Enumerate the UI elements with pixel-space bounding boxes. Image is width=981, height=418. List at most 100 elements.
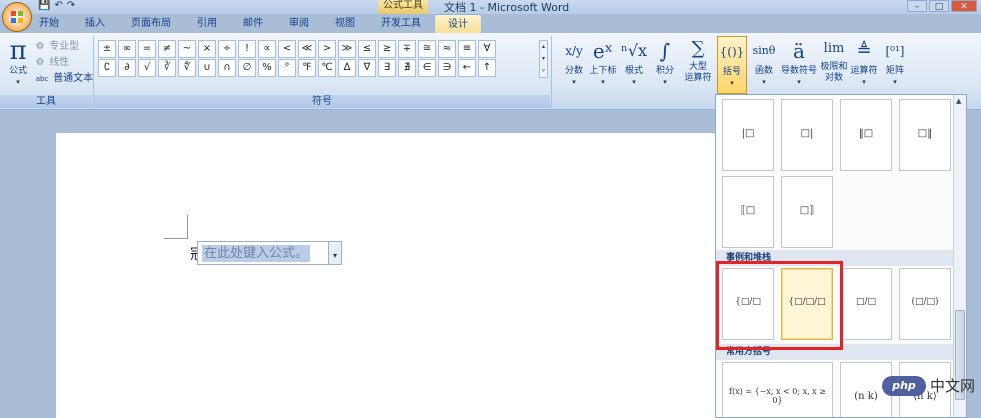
- symbol-button[interactable]: =: [138, 40, 156, 58]
- title-bar: 💾 ↶ ↷ 公式工具 文档 1 - Microsoft Word – □ ✕: [0, 0, 981, 14]
- chevron-down-icon: ▾: [893, 78, 897, 86]
- bracket-single-bar-right[interactable]: □|: [781, 99, 833, 171]
- matrix-button[interactable]: [⁰¹] 矩阵 ▾: [881, 36, 909, 88]
- symbol-button[interactable]: °: [278, 59, 296, 77]
- bracket-white-square-left[interactable]: ⟦□: [722, 176, 774, 248]
- symbol-button[interactable]: ∩: [218, 59, 236, 77]
- symbol-button[interactable]: ≪: [298, 40, 316, 58]
- bracket-single-bar-left[interactable]: |□: [722, 99, 774, 171]
- symbol-button[interactable]: ≠: [158, 40, 176, 58]
- symbol-button[interactable]: ±: [98, 40, 116, 58]
- symbol-button[interactable]: ℉: [298, 59, 316, 77]
- symbol-button[interactable]: ∛: [158, 59, 176, 77]
- abc-icon: abc: [35, 75, 49, 83]
- chevron-down-icon: ▾: [797, 78, 801, 86]
- linear-option[interactable]: ⚙ 线性: [34, 53, 70, 68]
- tab-review[interactable]: 审阅: [276, 14, 322, 34]
- save-icon[interactable]: 💾: [38, 0, 50, 14]
- redo-icon[interactable]: ↷: [67, 0, 75, 14]
- symbol-button[interactable]: ≫: [338, 40, 356, 58]
- symbol-button[interactable]: >: [318, 40, 336, 58]
- tab-insert[interactable]: 插入: [72, 14, 118, 34]
- minimize-button[interactable]: –: [907, 0, 927, 12]
- undo-icon[interactable]: ↶: [54, 0, 62, 14]
- limit-log-button[interactable]: lim 极限和 对数: [820, 36, 848, 84]
- integral-button[interactable]: ∫ 积分 ▾: [651, 36, 679, 88]
- tab-home[interactable]: 开始: [26, 14, 72, 34]
- symbol-button[interactable]: ≈: [438, 40, 456, 58]
- normal-text-option[interactable]: abc 普通文本: [34, 69, 93, 84]
- highlight-annotation: [716, 261, 843, 350]
- function-button[interactable]: sinθ 函数 ▾: [750, 36, 778, 88]
- bracket-white-square-right[interactable]: □⟧: [781, 176, 833, 248]
- chevron-down-icon: ▾: [16, 78, 20, 86]
- bracket-icon: {()}: [719, 45, 745, 59]
- superscript-icon: eˣ: [592, 39, 614, 63]
- chevron-down-icon: ▾: [762, 78, 766, 86]
- chevron-down-icon: ▾: [663, 78, 667, 86]
- symbol-button[interactable]: ←: [458, 59, 476, 77]
- symbol-button[interactable]: ∜: [178, 59, 196, 77]
- binomial-parens[interactable]: (□/□): [899, 268, 951, 340]
- accent-button[interactable]: ä 导数符号 ▾: [779, 36, 819, 88]
- symbol-button[interactable]: ∆: [338, 59, 356, 77]
- maximize-button[interactable]: □: [929, 0, 949, 12]
- symbol-button[interactable]: ∪: [198, 59, 216, 77]
- tab-mailings[interactable]: 邮件: [230, 14, 276, 34]
- symbol-button[interactable]: ∃: [378, 59, 396, 77]
- common-piecewise-function[interactable]: f(x) = {−x, x < 0; x, x ≥ 0}: [722, 362, 833, 417]
- symbol-button[interactable]: ∋: [438, 59, 456, 77]
- symbol-button[interactable]: %: [258, 59, 276, 77]
- symbol-button[interactable]: ×: [198, 40, 216, 58]
- symbol-button[interactable]: ÷: [218, 40, 236, 58]
- bracket-double-bar-right[interactable]: □‖: [899, 99, 951, 171]
- symbol-button[interactable]: ℃: [318, 59, 336, 77]
- radical-button[interactable]: ⁿ√x 根式 ▾: [620, 36, 648, 88]
- symbol-button[interactable]: ∀: [478, 40, 496, 58]
- accent-icon: ä: [793, 39, 805, 63]
- symbol-button[interactable]: <: [278, 40, 296, 58]
- script-button[interactable]: eˣ 上下标 ▾: [588, 36, 618, 88]
- stack-two-rows[interactable]: □/□: [840, 268, 892, 340]
- tab-references[interactable]: 引用: [184, 14, 230, 34]
- bracket-gallery: |□ □| ‖□ □‖ ⟦□ □⟧ 事例和堆栈 {□/□ {□/□/□ □/□ …: [715, 94, 967, 418]
- symbol-button[interactable]: ≥: [378, 40, 396, 58]
- pi-icon: π: [9, 36, 27, 66]
- equation-placeholder[interactable]: 在此处键入公式。: [202, 245, 311, 262]
- chevron-down-icon: ▾: [632, 78, 636, 86]
- equation-options-dropdown[interactable]: ▾: [328, 242, 341, 264]
- symbol-button[interactable]: ≡: [458, 40, 476, 58]
- symbol-button[interactable]: √: [138, 59, 156, 77]
- tab-developer[interactable]: 开发工具: [368, 14, 434, 34]
- symbol-button[interactable]: ~: [178, 40, 196, 58]
- symbol-button[interactable]: ↑: [478, 59, 496, 77]
- symbol-gallery-scroll[interactable]: ▴ ▾ ▿: [539, 40, 548, 78]
- symbol-gallery: ± ∞ = ≠ ~ × ÷! ∝ < ≪ > ≫ ≤ ≥ ∓ ≅ ≈ ≡ ∀ ∁ ∂ √ ∛ ∜ ∪ ∩ ∅% ° ℉ ℃ ∆ ∇ ∃ ∄ ∈ ∋ ← ↑: [98, 40, 496, 77]
- equation-box[interactable]: 在此处键入公式。 ▾: [197, 241, 342, 265]
- fraction-button[interactable]: x/y 分数 ▾: [560, 36, 588, 88]
- gallery-scrollbar[interactable]: ▲: [953, 95, 966, 417]
- symbol-button[interactable]: ∞: [118, 40, 136, 58]
- symbol-button[interactable]: ∓: [398, 40, 416, 58]
- symbol-button[interactable]: ≅: [418, 40, 436, 58]
- symbol-button[interactable]: ≤: [358, 40, 376, 58]
- large-operator-button[interactable]: ∑ 大型 运算符: [681, 36, 715, 84]
- symbol-button[interactable]: !: [238, 40, 256, 58]
- professional-option[interactable]: ⚙ 专业型: [34, 37, 80, 52]
- bracket-double-bar-left[interactable]: ‖□: [840, 99, 892, 171]
- operator-button[interactable]: ≜ 运算符 ▾: [849, 36, 879, 88]
- scroll-up-icon[interactable]: ▲: [956, 97, 961, 105]
- symbol-button[interactable]: ∇: [358, 59, 376, 77]
- symbol-button[interactable]: ∝: [258, 40, 276, 58]
- symbol-button[interactable]: ∂: [118, 59, 136, 77]
- symbol-button[interactable]: ∅: [238, 59, 256, 77]
- symbol-button[interactable]: ∈: [418, 59, 436, 77]
- tab-design[interactable]: 设计: [434, 14, 482, 34]
- tab-page-layout[interactable]: 页面布局: [118, 14, 184, 34]
- bracket-button[interactable]: {()} 括号 ▾: [717, 36, 747, 94]
- close-button[interactable]: ✕: [951, 0, 977, 12]
- symbol-button[interactable]: ∄: [398, 59, 416, 77]
- equation-button[interactable]: π 公式 ▾: [4, 36, 32, 88]
- tab-view[interactable]: 视图: [322, 14, 368, 34]
- symbol-button[interactable]: ∁: [98, 59, 116, 77]
